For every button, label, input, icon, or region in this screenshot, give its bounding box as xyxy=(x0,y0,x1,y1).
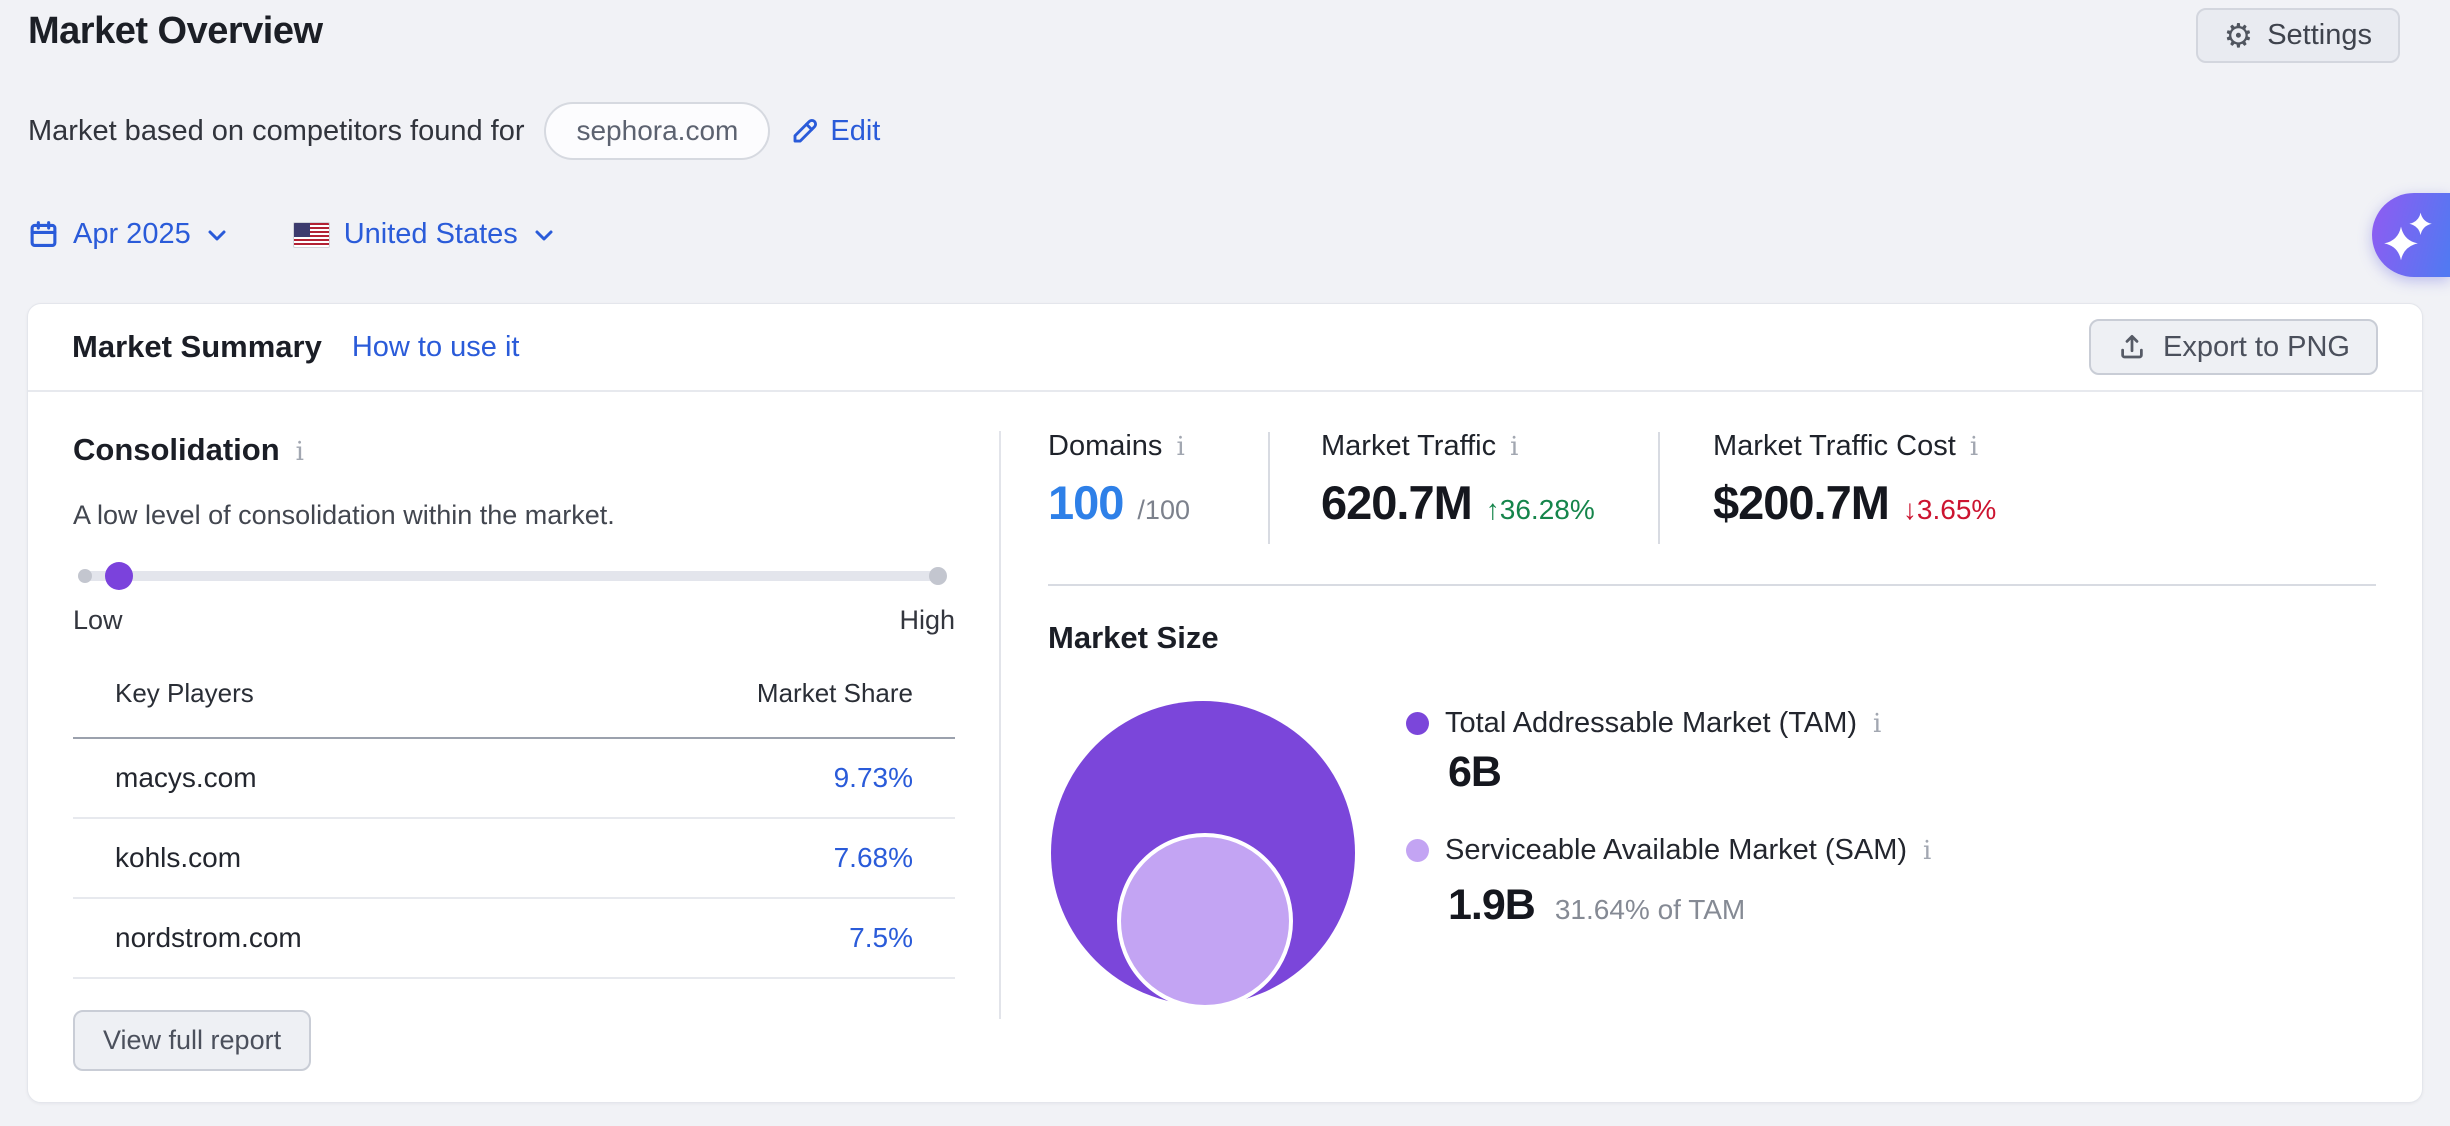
pencil-icon xyxy=(790,116,820,146)
table-row[interactable]: kohls.com 7.68% xyxy=(73,819,955,899)
metric-market-traffic-cost: Market Traffic Cost i $200.7M ↓3.65% xyxy=(1713,430,1996,530)
card-header: Market Summary How to use it Export to P… xyxy=(28,304,2422,392)
metric-divider xyxy=(1658,432,1660,544)
ai-assistant-button[interactable] xyxy=(2372,193,2450,277)
how-to-use-link[interactable]: How to use it xyxy=(352,331,520,364)
consolidation-slider xyxy=(73,561,978,591)
table-row[interactable]: macys.com 9.73% xyxy=(73,739,955,819)
consolidation-section: Consolidation i A low level of consolida… xyxy=(28,392,999,1102)
consolidation-title: Consolidation i xyxy=(73,432,978,468)
gear-icon: ⚙ xyxy=(2224,19,2254,52)
sam-value-row: 1.9B 31.64% of TAM xyxy=(1448,881,1745,930)
tam-value: 6B xyxy=(1448,748,1501,797)
sam-legend-dot xyxy=(1406,839,1429,862)
header-key-players: Key Players xyxy=(115,678,254,709)
metric-suffix: /100 xyxy=(1137,495,1190,526)
player-share-link[interactable]: 7.68% xyxy=(834,842,913,874)
metric-label-text: Market Traffic Cost xyxy=(1713,430,1956,463)
sam-legend-label: Serviceable Available Market (SAM) xyxy=(1445,834,1907,867)
info-icon[interactable]: i xyxy=(1510,432,1518,462)
slider-min-dot xyxy=(78,569,92,583)
slider-max-dot xyxy=(929,567,947,585)
metric-domains: Domains i 100 /100 xyxy=(1048,430,1190,530)
metric-label-text: Market Traffic xyxy=(1321,430,1496,463)
metric-value: $200.7M xyxy=(1713,475,1889,530)
slider-high-label: High xyxy=(899,605,955,636)
card-title: Market Summary xyxy=(72,329,322,365)
metric-value: 620.7M xyxy=(1321,475,1472,530)
metric-divider xyxy=(1268,432,1270,544)
chevron-down-icon xyxy=(532,223,556,247)
tam-legend-row: Total Addressable Market (TAM) i xyxy=(1406,707,1881,740)
export-png-button[interactable]: Export to PNG xyxy=(2089,319,2378,375)
page-title: Market Overview xyxy=(28,10,323,53)
metric-market-traffic: Market Traffic i 620.7M ↑36.28% xyxy=(1321,430,1595,530)
country-selector-label: United States xyxy=(344,218,518,251)
slider-track xyxy=(83,571,945,581)
sam-percent-of-tam: 31.64% of TAM xyxy=(1555,894,1745,926)
key-players-table: Key Players Market Share macys.com 9.73%… xyxy=(73,678,955,979)
calendar-icon xyxy=(28,219,59,250)
filters-row: Apr 2025 United States xyxy=(28,218,556,251)
export-label: Export to PNG xyxy=(2163,331,2350,364)
settings-label: Settings xyxy=(2267,19,2372,52)
info-icon[interactable]: i xyxy=(1923,836,1931,866)
info-icon[interactable]: i xyxy=(1970,432,1978,462)
tam-legend-dot xyxy=(1406,712,1429,735)
edit-market-link[interactable]: Edit xyxy=(790,115,880,148)
country-selector[interactable]: United States xyxy=(293,218,556,251)
info-icon[interactable]: i xyxy=(296,437,304,467)
market-summary-card: Market Summary How to use it Export to P… xyxy=(27,303,2423,1103)
slider-handle[interactable] xyxy=(105,562,133,590)
info-icon[interactable]: i xyxy=(1873,709,1881,739)
seed-domain-pill[interactable]: sephora.com xyxy=(544,102,770,160)
consolidation-title-text: Consolidation xyxy=(73,432,280,468)
edit-label: Edit xyxy=(830,115,880,148)
sparkles-icon xyxy=(2380,207,2436,263)
us-flag-icon xyxy=(293,222,330,248)
subtitle-text: Market based on competitors found for xyxy=(28,115,524,148)
consolidation-description: A low level of consolidation within the … xyxy=(73,500,978,531)
slider-labels: Low High xyxy=(73,605,955,636)
table-row[interactable]: nordstrom.com 7.5% xyxy=(73,899,955,979)
tam-legend-label: Total Addressable Market (TAM) xyxy=(1445,707,1857,740)
metric-label-text: Domains xyxy=(1048,430,1162,463)
player-share-link[interactable]: 9.73% xyxy=(834,762,913,794)
market-subtitle: Market based on competitors found for se… xyxy=(28,102,880,160)
settings-button[interactable]: ⚙ Settings xyxy=(2196,8,2400,63)
metric-value: 100 xyxy=(1048,475,1123,530)
chevron-down-icon xyxy=(205,223,229,247)
card-body: Consolidation i A low level of consolida… xyxy=(28,392,2422,1102)
metric-label: Domains i xyxy=(1048,430,1190,463)
table-header: Key Players Market Share xyxy=(73,678,955,739)
player-share-link[interactable]: 7.5% xyxy=(849,922,913,954)
market-metrics-section: Domains i 100 /100 Market Traffic i 620.… xyxy=(999,392,2422,1102)
date-selector-label: Apr 2025 xyxy=(73,218,191,251)
header-market-share: Market Share xyxy=(757,678,913,709)
info-icon[interactable]: i xyxy=(1176,432,1184,462)
tam-value-row: 6B xyxy=(1448,748,1501,797)
player-domain: macys.com xyxy=(115,762,257,794)
slider-low-label: Low xyxy=(73,605,123,636)
metric-change-up: ↑36.28% xyxy=(1486,494,1595,526)
metric-label: Market Traffic i xyxy=(1321,430,1595,463)
view-full-report-button[interactable]: View full report xyxy=(73,1010,311,1071)
player-domain: kohls.com xyxy=(115,842,241,874)
player-domain: nordstrom.com xyxy=(115,922,302,954)
sam-value: 1.9B xyxy=(1448,881,1535,930)
section-divider xyxy=(1048,584,2376,586)
metric-change-down: ↓3.65% xyxy=(1903,494,1996,526)
date-selector[interactable]: Apr 2025 xyxy=(28,218,229,251)
market-size-title: Market Size xyxy=(1048,620,1219,656)
sam-circle[interactable] xyxy=(1117,833,1293,1009)
sam-legend-row: Serviceable Available Market (SAM) i xyxy=(1406,834,1931,867)
metric-label: Market Traffic Cost i xyxy=(1713,430,1996,463)
export-icon xyxy=(2117,332,2147,362)
